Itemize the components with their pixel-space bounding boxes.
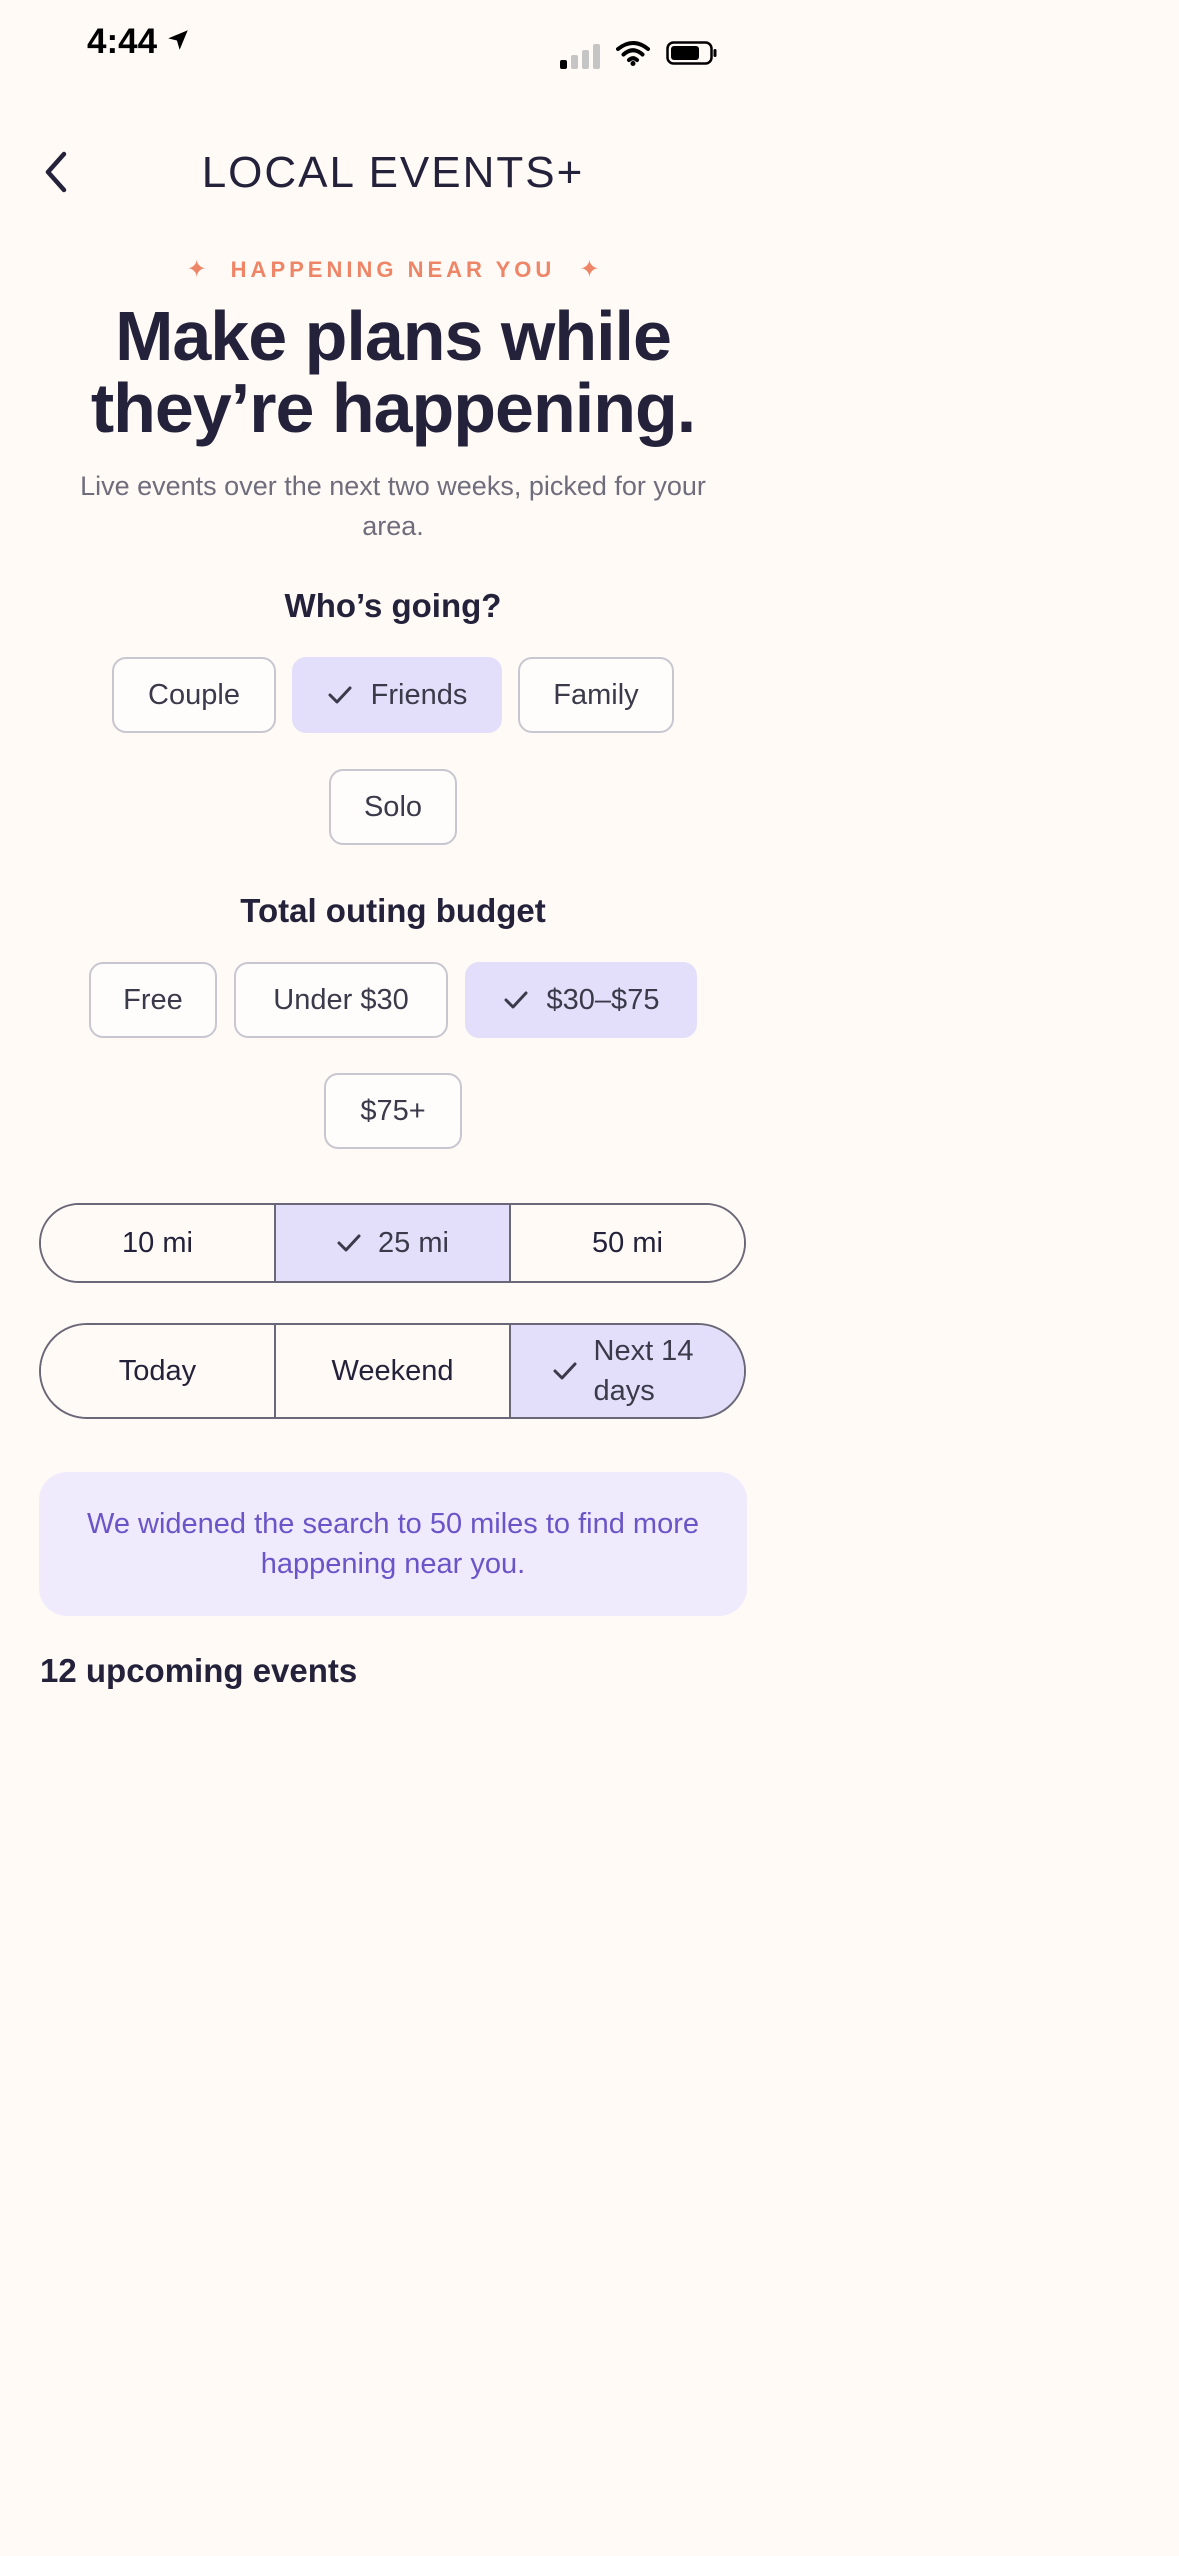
chip-label: $30–$75 bbox=[546, 983, 660, 1016]
distance-segmented-control: 10 mi 25 mi 50 mi bbox=[39, 1203, 746, 1283]
checkmark-icon bbox=[552, 1360, 578, 1382]
chip-label: Solo bbox=[363, 790, 423, 823]
chip-label: Under $30 bbox=[273, 983, 409, 1016]
wifi-icon bbox=[616, 40, 650, 71]
segment-25-mi[interactable]: 25 mi bbox=[274, 1205, 509, 1281]
page-headline: Make plans while they’re happening. bbox=[0, 300, 786, 444]
checkmark-icon bbox=[327, 684, 353, 706]
segment-label: 25 mi bbox=[378, 1226, 449, 1259]
status-time: 4:44 bbox=[87, 22, 191, 62]
headline-line-1: Make plans while bbox=[115, 297, 672, 375]
screen: 4:44 LOCAL EVENTS+ ✦ HAPPENING NEAR YOU … bbox=[0, 0, 1179, 2556]
segment-10-mi[interactable]: 10 mi bbox=[41, 1205, 274, 1281]
chip-label: Friends bbox=[370, 678, 468, 711]
chip-label: Family bbox=[553, 678, 639, 711]
sparkle-icon: ✦ bbox=[186, 256, 207, 283]
timeframe-segmented-control: Today Weekend Next 14 days bbox=[39, 1323, 746, 1419]
headline-line-2: they’re happening. bbox=[90, 369, 696, 447]
segment-label: 10 mi bbox=[122, 1226, 193, 1259]
location-arrow-icon bbox=[165, 22, 191, 62]
cellular-signal-icon bbox=[560, 43, 600, 69]
app-title: LOCAL EVENTS+ bbox=[201, 148, 585, 197]
whos-going-title: Who’s going? bbox=[284, 587, 502, 624]
budget-title: Total outing budget bbox=[240, 892, 546, 929]
notice-text: We widened the search to 50 miles to fin… bbox=[86, 1508, 699, 1580]
search-widened-notice: We widened the search to 50 miles to fin… bbox=[39, 1472, 747, 1616]
checkmark-icon bbox=[336, 1232, 362, 1254]
checkmark-icon bbox=[503, 989, 529, 1011]
chip-label: Couple bbox=[148, 678, 240, 711]
chip-budget-75-plus[interactable]: $75+ bbox=[324, 1073, 462, 1149]
app-content: 4:44 LOCAL EVENTS+ ✦ HAPPENING NEAR YOU … bbox=[0, 0, 786, 1708]
chip-label: $75+ bbox=[360, 1094, 426, 1127]
page-subtext: Live events over the next two weeks, pic… bbox=[80, 471, 706, 541]
chip-couple[interactable]: Couple bbox=[112, 657, 276, 733]
segment-label: Today bbox=[118, 1354, 197, 1387]
chip-budget-under-30[interactable]: Under $30 bbox=[234, 962, 448, 1038]
status-time-text: 4:44 bbox=[87, 22, 158, 61]
status-icons bbox=[560, 40, 786, 71]
battery-icon bbox=[666, 40, 718, 71]
eyebrow: ✦ HAPPENING NEAR YOU ✦ bbox=[0, 255, 786, 284]
events-count: 12 upcoming events bbox=[40, 1652, 358, 1689]
chip-friends[interactable]: Friends bbox=[292, 657, 502, 733]
chip-solo[interactable]: Solo bbox=[329, 769, 457, 845]
segment-label: Next 14 days bbox=[593, 1335, 694, 1407]
segment-weekend[interactable]: Weekend bbox=[274, 1325, 509, 1417]
segment-50-mi[interactable]: 50 mi bbox=[509, 1205, 744, 1281]
sparkle-icon: ✦ bbox=[579, 256, 600, 283]
chip-budget-30-75[interactable]: $30–$75 bbox=[465, 962, 697, 1038]
segment-today[interactable]: Today bbox=[41, 1325, 274, 1417]
eyebrow-text: HAPPENING NEAR YOU bbox=[230, 256, 556, 282]
chip-budget-free[interactable]: Free bbox=[89, 962, 217, 1038]
segment-label: Weekend bbox=[331, 1354, 454, 1387]
segment-label: 50 mi bbox=[592, 1226, 663, 1259]
segment-next-14-days[interactable]: Next 14 days bbox=[509, 1325, 744, 1417]
chip-label: Free bbox=[123, 983, 183, 1016]
chip-family[interactable]: Family bbox=[518, 657, 674, 733]
